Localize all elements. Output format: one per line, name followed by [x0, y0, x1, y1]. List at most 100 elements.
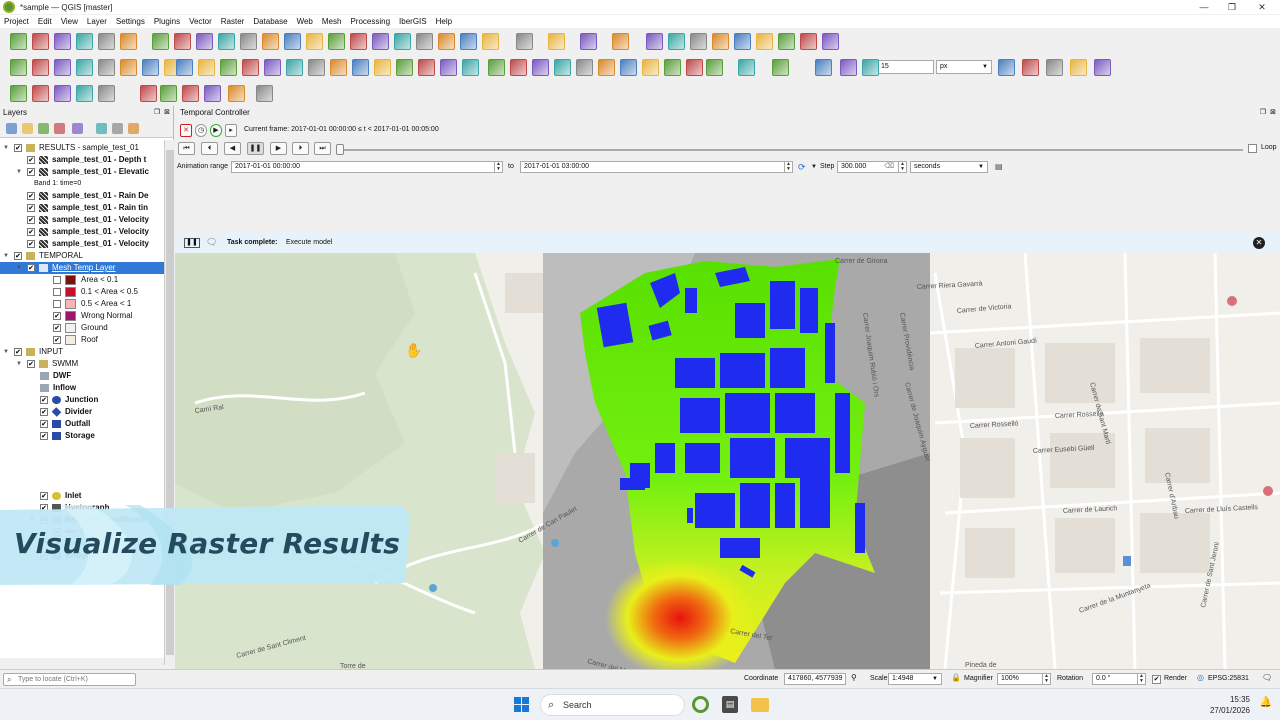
- editing-tool-icon[interactable]: [1022, 59, 1039, 76]
- time-slider-track[interactable]: [338, 149, 1243, 151]
- map-navigation-tool-icon[interactable]: [612, 33, 629, 50]
- close-message-button[interactable]: ✕: [1253, 237, 1265, 249]
- editing-tool-icon[interactable]: [554, 59, 571, 76]
- spin-arrows-icon[interactable]: ▲ ▼: [1137, 674, 1145, 684]
- next-frame-button[interactable]: ⏵: [292, 142, 309, 155]
- plugin-tool-icon[interactable]: [256, 85, 273, 102]
- map-navigation-tool-icon[interactable]: [196, 33, 213, 50]
- disable-temporal-button[interactable]: ✕: [180, 124, 192, 137]
- map-navigation-tool-icon[interactable]: [284, 33, 301, 50]
- editing-tool-icon[interactable]: [998, 59, 1015, 76]
- time-slider-handle[interactable]: [336, 144, 344, 155]
- coordinate-input[interactable]: 417860, 4577939: [784, 673, 846, 685]
- map-navigation-tool-icon[interactable]: [372, 33, 389, 50]
- layer-row[interactable]: Area < 0.1: [0, 274, 164, 286]
- play-backward-button[interactable]: ◀: [224, 142, 241, 155]
- snapping-unit-select[interactable]: px ▼: [936, 60, 992, 74]
- crs-globe-icon[interactable]: ◎: [1197, 673, 1204, 682]
- layer-visibility-checkbox[interactable]: ✔: [40, 420, 48, 428]
- rewind-button[interactable]: ⏮: [178, 142, 195, 155]
- refresh-range-icon[interactable]: ⟳: [798, 161, 806, 173]
- map-navigation-tool-icon[interactable]: [756, 33, 773, 50]
- editing-tool-icon[interactable]: [706, 59, 723, 76]
- editing-tool-icon[interactable]: [620, 59, 637, 76]
- layer-group-row[interactable]: ▼ ✔ INPUT: [0, 346, 164, 358]
- menu-processing[interactable]: Processing: [350, 17, 390, 26]
- editing-tool-icon[interactable]: [176, 59, 193, 76]
- layer-row[interactable]: DWF: [0, 370, 164, 382]
- map-navigation-tool-icon[interactable]: [120, 33, 137, 50]
- editing-tool-icon[interactable]: [10, 59, 27, 76]
- map-navigation-tool-icon[interactable]: [218, 33, 235, 50]
- layer-row[interactable]: ✔ Roof: [0, 334, 164, 346]
- plugin-tool-icon[interactable]: [160, 85, 177, 102]
- layer-visibility-checkbox[interactable]: ✔: [27, 360, 35, 368]
- step-dropdown-icon[interactable]: ▼: [811, 161, 817, 173]
- editing-tool-icon[interactable]: [54, 59, 71, 76]
- layer-row[interactable]: ✔ Outfall: [0, 418, 164, 430]
- minimize-button[interactable]: —: [1190, 0, 1218, 14]
- editing-tool-icon[interactable]: [142, 59, 159, 76]
- menu-view[interactable]: View: [61, 17, 78, 26]
- map-navigation-tool-icon[interactable]: [548, 33, 565, 50]
- map-navigation-tool-icon[interactable]: [174, 33, 191, 50]
- map-navigation-tool-icon[interactable]: [822, 33, 839, 50]
- layer-panel-tool-icon[interactable]: [112, 123, 123, 134]
- lock-scale-icon[interactable]: 🔒: [951, 673, 961, 682]
- map-svg[interactable]: Carrer de VictoriaCarrer de Joaquim Aygu…: [175, 253, 1280, 669]
- layer-row[interactable]: ✔ sample_test_01 - Rain tin: [0, 202, 164, 214]
- layer-row[interactable]: ✔ sample_test_01 - Velocity: [0, 238, 164, 250]
- spin-arrows-icon[interactable]: ▲ ▼: [898, 162, 906, 172]
- map-navigation-tool-icon[interactable]: [350, 33, 367, 50]
- map-navigation-tool-icon[interactable]: [646, 33, 663, 50]
- plugin-tool-icon[interactable]: [182, 85, 199, 102]
- plugin-tool-icon[interactable]: [140, 85, 157, 102]
- map-navigation-tool-icon[interactable]: [416, 33, 433, 50]
- layer-visibility-checkbox[interactable]: ✔: [14, 144, 22, 152]
- layer-panel-tool-icon[interactable]: [22, 123, 33, 134]
- layer-row[interactable]: ✔ Junction: [0, 394, 164, 406]
- layer-row[interactable]: ✔ Divider: [0, 406, 164, 418]
- editing-tool-icon[interactable]: [686, 59, 703, 76]
- layer-row[interactable]: ✔ Inlet: [0, 490, 164, 502]
- editing-tool-icon[interactable]: [532, 59, 549, 76]
- editing-tool-icon[interactable]: [286, 59, 303, 76]
- editing-tool-icon[interactable]: [308, 59, 325, 76]
- pause-progress-icon[interactable]: ❚❚: [184, 238, 200, 248]
- layer-row[interactable]: ✔ sample_test_01 - Velocity: [0, 226, 164, 238]
- editing-tool-icon[interactable]: [120, 59, 137, 76]
- menu-vector[interactable]: Vector: [189, 17, 212, 26]
- play-forward-button[interactable]: ▶: [270, 142, 287, 155]
- menu-layer[interactable]: Layer: [87, 17, 107, 26]
- magnifier-input[interactable]: 100% ▲ ▼: [997, 673, 1051, 685]
- plugin-tool-icon[interactable]: [76, 85, 93, 102]
- plugin-tool-icon[interactable]: [54, 85, 71, 102]
- qgis-taskbar-icon[interactable]: [692, 696, 709, 713]
- close-panel-icon[interactable]: ⊠: [164, 106, 170, 120]
- layer-visibility-checkbox[interactable]: ✔: [27, 156, 35, 164]
- map-navigation-tool-icon[interactable]: [800, 33, 817, 50]
- editing-tool-icon[interactable]: [772, 59, 789, 76]
- menu-plugins[interactable]: Plugins: [154, 17, 180, 26]
- system-clock[interactable]: 15:35 27/01/2026: [1210, 694, 1250, 716]
- editing-tool-icon[interactable]: [1094, 59, 1111, 76]
- layer-visibility-checkbox[interactable]: ✔: [53, 324, 61, 332]
- plugin-tool-icon[interactable]: [10, 85, 27, 102]
- editing-tool-icon[interactable]: [462, 59, 479, 76]
- editing-tool-icon[interactable]: [1070, 59, 1087, 76]
- clear-field-icon[interactable]: ⌫: [884, 162, 894, 172]
- plugin-tool-icon[interactable]: [204, 85, 221, 102]
- editing-tool-icon[interactable]: [862, 59, 879, 76]
- animated-mode-button[interactable]: ▶: [210, 124, 222, 137]
- fast-forward-button[interactable]: ⏭: [314, 142, 331, 155]
- editing-tool-icon[interactable]: [330, 59, 347, 76]
- layer-row[interactable]: ▼ ✔ Mesh Temp Layer: [0, 262, 164, 274]
- layer-row[interactable]: 0.1 < Area < 0.5: [0, 286, 164, 298]
- map-navigation-tool-icon[interactable]: [668, 33, 685, 50]
- layer-visibility-checkbox[interactable]: ✔: [14, 348, 22, 356]
- windows-start-icon[interactable]: [514, 697, 530, 713]
- layer-group-row[interactable]: ▼ ✔ TEMPORAL: [0, 250, 164, 262]
- layer-row[interactable]: 0.5 < Area < 1: [0, 298, 164, 310]
- editing-tool-icon[interactable]: [352, 59, 369, 76]
- range-start-input[interactable]: 2017-01-01 00:00:00 ▲ ▼: [231, 161, 503, 173]
